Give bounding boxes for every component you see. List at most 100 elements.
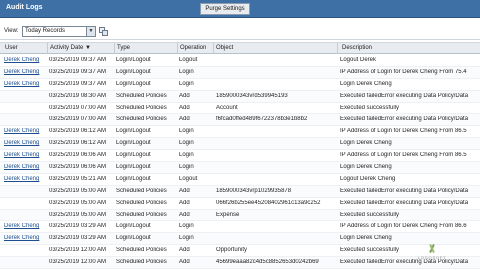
- row-user[interactable]: Derek Cheng: [4, 57, 48, 63]
- row-type: Scheduled Policies: [116, 199, 167, 206]
- purge-settings-button[interactable]: Purge Settings: [200, 3, 250, 15]
- row-object: Account: [216, 104, 238, 111]
- row-activity-date: 03/25/2019 12:00 AM: [49, 259, 107, 266]
- row-operation: Add: [179, 92, 190, 99]
- page-title: Audit Logs: [6, 4, 43, 11]
- row-operation: Add: [179, 259, 190, 266]
- audit-log-table: Derek Cheng 03/25/2019 09:37 AM Login/Logo…: [0, 55, 480, 270]
- row-operation: Add: [179, 211, 190, 218]
- row-activity-date: 03/25/2019 07:00 AM: [49, 104, 107, 111]
- row-user[interactable]: Derek Cheng: [4, 223, 48, 229]
- row-description: Executed successfully: [340, 104, 400, 111]
- row-activity-date: 03/25/2019 09:37 AM: [49, 57, 107, 63]
- row-type: Login/Logout: [116, 164, 151, 171]
- row-type: Scheduled Policies: [116, 104, 167, 111]
- table-row[interactable]: 03/25/2019 07:00 AM Scheduled Policies Add…: [0, 114, 480, 127]
- table-row[interactable]: Derek Cheng 03/25/2019 05:21 AM Login/Logo…: [0, 174, 480, 186]
- row-user[interactable]: Derek Cheng: [4, 164, 48, 170]
- table-row[interactable]: Derek Cheng 03/25/2019 06:12 AM Login/Logo…: [0, 138, 480, 151]
- row-operation: Login: [179, 140, 194, 147]
- row-type: Scheduled Policies: [116, 211, 167, 218]
- row-operation: Logout: [179, 57, 198, 63]
- table-row[interactable]: 03/25/2019 05:00 AM Scheduled Policies Add…: [0, 185, 480, 198]
- row-operation: Login: [179, 152, 194, 159]
- brand-logo: LOGOSOFT: [408, 243, 456, 264]
- row-description: Login Derek Cheng: [340, 80, 392, 87]
- row-object: 1859000343vrp1029935878: [216, 187, 292, 194]
- title-bar: Audit Logs Purge Settings: [0, 0, 480, 18]
- row-user[interactable]: Derek Cheng: [4, 152, 48, 158]
- row-operation: Login: [179, 164, 194, 171]
- table-row[interactable]: Derek Cheng 03/25/2019 09:37 AM Login/Logo…: [0, 79, 480, 91]
- table-row[interactable]: Derek Cheng 03/25/2019 06:06 AM Login/Logo…: [0, 162, 480, 174]
- chevron-down-icon[interactable]: ▼: [86, 27, 95, 36]
- table-row[interactable]: Derek Cheng 03/25/2019 06:12 AM Login/Logo…: [0, 126, 480, 139]
- row-operation: Login: [179, 235, 194, 242]
- row-activity-date: 03/25/2019 05:00 AM: [49, 199, 107, 206]
- row-user[interactable]: Derek Cheng: [4, 235, 48, 241]
- row-activity-date: 03/25/2019 05:00 AM: [49, 211, 107, 218]
- row-type: Login/Logout: [116, 235, 151, 242]
- row-user[interactable]: Derek Cheng: [4, 81, 48, 87]
- row-activity-date: 03/25/2019 12:00 AM: [49, 247, 107, 254]
- view-label: View:: [4, 28, 19, 34]
- column-header-user[interactable]: User: [5, 45, 18, 51]
- table-row[interactable]: 03/25/2019 07:00 AM Scheduled Policies Add…: [0, 103, 480, 115]
- row-activity-date: 03/25/2019 07:00 AM: [49, 116, 107, 123]
- row-description: IP Address of Login for Derek Cheng From…: [340, 68, 467, 75]
- row-activity-date: 03/25/2019 06:06 AM: [49, 152, 107, 159]
- table-row[interactable]: Derek Cheng 03/25/2019 03:29 AM Login/Logo…: [0, 221, 480, 234]
- row-type: Login/Logout: [116, 128, 151, 135]
- row-activity-date: 03/25/2019 06:12 AM: [49, 128, 107, 135]
- table-row[interactable]: 03/25/2019 08:30 AM Scheduled Policies Add…: [0, 90, 480, 103]
- row-type: Scheduled Policies: [116, 259, 167, 266]
- row-operation: Login: [179, 80, 194, 87]
- view-toolbar: View: Today Records ▼: [0, 20, 480, 40]
- table-row[interactable]: 03/25/2019 05:00 AM Scheduled Policies Add…: [0, 198, 480, 210]
- row-type: Login/Logout: [116, 140, 151, 147]
- row-operation: Login: [179, 223, 194, 230]
- row-description: Logout Derek Cheng: [340, 175, 396, 182]
- column-header-type[interactable]: Type: [117, 45, 130, 51]
- row-type: Login/Logout: [116, 68, 151, 75]
- row-activity-date: 03/25/2019 08:30 AM: [49, 92, 107, 99]
- row-object: f6fcad0ffed489f6722378b3e1b8b2: [216, 116, 308, 123]
- row-object: 45699eaaa82c4d5c8852653d0242b69: [216, 259, 319, 266]
- row-type: Login/Logout: [116, 57, 151, 63]
- table-row[interactable]: Derek Cheng 03/25/2019 06:06 AM Login/Logo…: [0, 150, 480, 163]
- row-description: IP Address of Login for Derek Cheng From…: [340, 152, 467, 159]
- row-operation: Add: [179, 187, 190, 194]
- row-type: Scheduled Policies: [116, 116, 167, 123]
- column-header-description[interactable]: Description: [342, 45, 372, 51]
- row-activity-date: 03/25/2019 03:29 AM: [49, 235, 107, 242]
- table-row[interactable]: Derek Cheng 03/25/2019 09:37 AM Login/Logo…: [0, 66, 480, 79]
- row-description: Executed failedError executing Data Poli…: [340, 199, 469, 206]
- row-user[interactable]: Derek Cheng: [4, 176, 48, 182]
- row-activity-date: 03/25/2019 05:00 AM: [49, 187, 107, 194]
- row-user[interactable]: Derek Cheng: [4, 128, 48, 134]
- row-type: Login/Logout: [116, 223, 151, 230]
- row-type: Login/Logout: [116, 80, 151, 87]
- row-description: Executed failedError executing Data Poli…: [340, 116, 469, 123]
- row-operation: Login: [179, 68, 194, 75]
- row-operation: Add: [179, 247, 190, 254]
- row-operation: Logout: [179, 175, 198, 182]
- table-row[interactable]: 03/25/2019 05:00 AM Scheduled Policies Add…: [0, 209, 480, 222]
- row-type: Login/Logout: [116, 175, 151, 182]
- row-description: Login Derek Cheng: [340, 235, 392, 242]
- row-operation: Add: [179, 116, 190, 123]
- row-description: Login Derek Cheng: [340, 164, 392, 171]
- column-header-operation[interactable]: Operation: [180, 45, 206, 51]
- row-user[interactable]: Derek Cheng: [4, 140, 48, 146]
- column-header-activity-date[interactable]: Activity Date ▼: [50, 45, 91, 51]
- table-header: User Activity Date ▼ Type Operation Obje…: [0, 42, 480, 54]
- row-description: Executed failedError executing Data Poli…: [340, 187, 469, 194]
- row-operation: Add: [179, 104, 190, 111]
- copy-icon[interactable]: [98, 26, 109, 37]
- row-operation: Login: [179, 128, 194, 135]
- row-user[interactable]: Derek Cheng: [4, 69, 48, 75]
- table-row[interactable]: Derek Cheng 03/25/2019 09:37 AM Login/Logo…: [0, 55, 480, 67]
- view-select[interactable]: Today Records ▼: [22, 26, 96, 37]
- column-header-object[interactable]: Object: [216, 45, 233, 51]
- view-select-value: Today Records: [25, 28, 66, 34]
